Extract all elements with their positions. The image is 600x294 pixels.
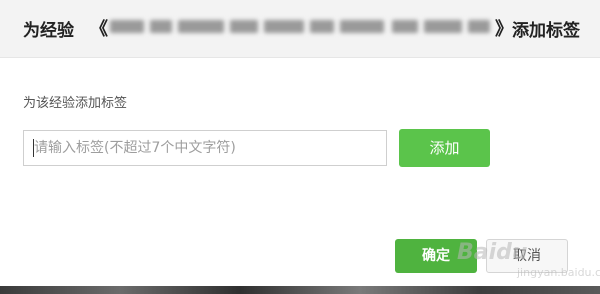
confirm-button[interactable]: 确定: [395, 239, 477, 273]
section-label: 为该经验添加标签: [23, 96, 128, 111]
dialog-header: 为经验 《 》 添加标签: [0, 0, 600, 58]
blurred-experience-title: [110, 18, 492, 36]
header-quote-open: 《: [90, 19, 108, 40]
cancel-button[interactable]: 取消: [486, 239, 568, 273]
text-caret: [33, 139, 34, 157]
header-suffix: 添加标签: [512, 21, 580, 41]
add-tag-dialog: 为经验 《 》 添加标签 为该经验添加标签 添加 确定 取消 Baidu jin…: [0, 0, 600, 294]
header-prefix: 为经验: [23, 21, 74, 41]
tag-input[interactable]: [23, 130, 387, 166]
header-quote-close: 》: [495, 19, 513, 40]
add-tag-button[interactable]: 添加: [399, 129, 490, 167]
bottom-edge-strip: [0, 286, 600, 294]
